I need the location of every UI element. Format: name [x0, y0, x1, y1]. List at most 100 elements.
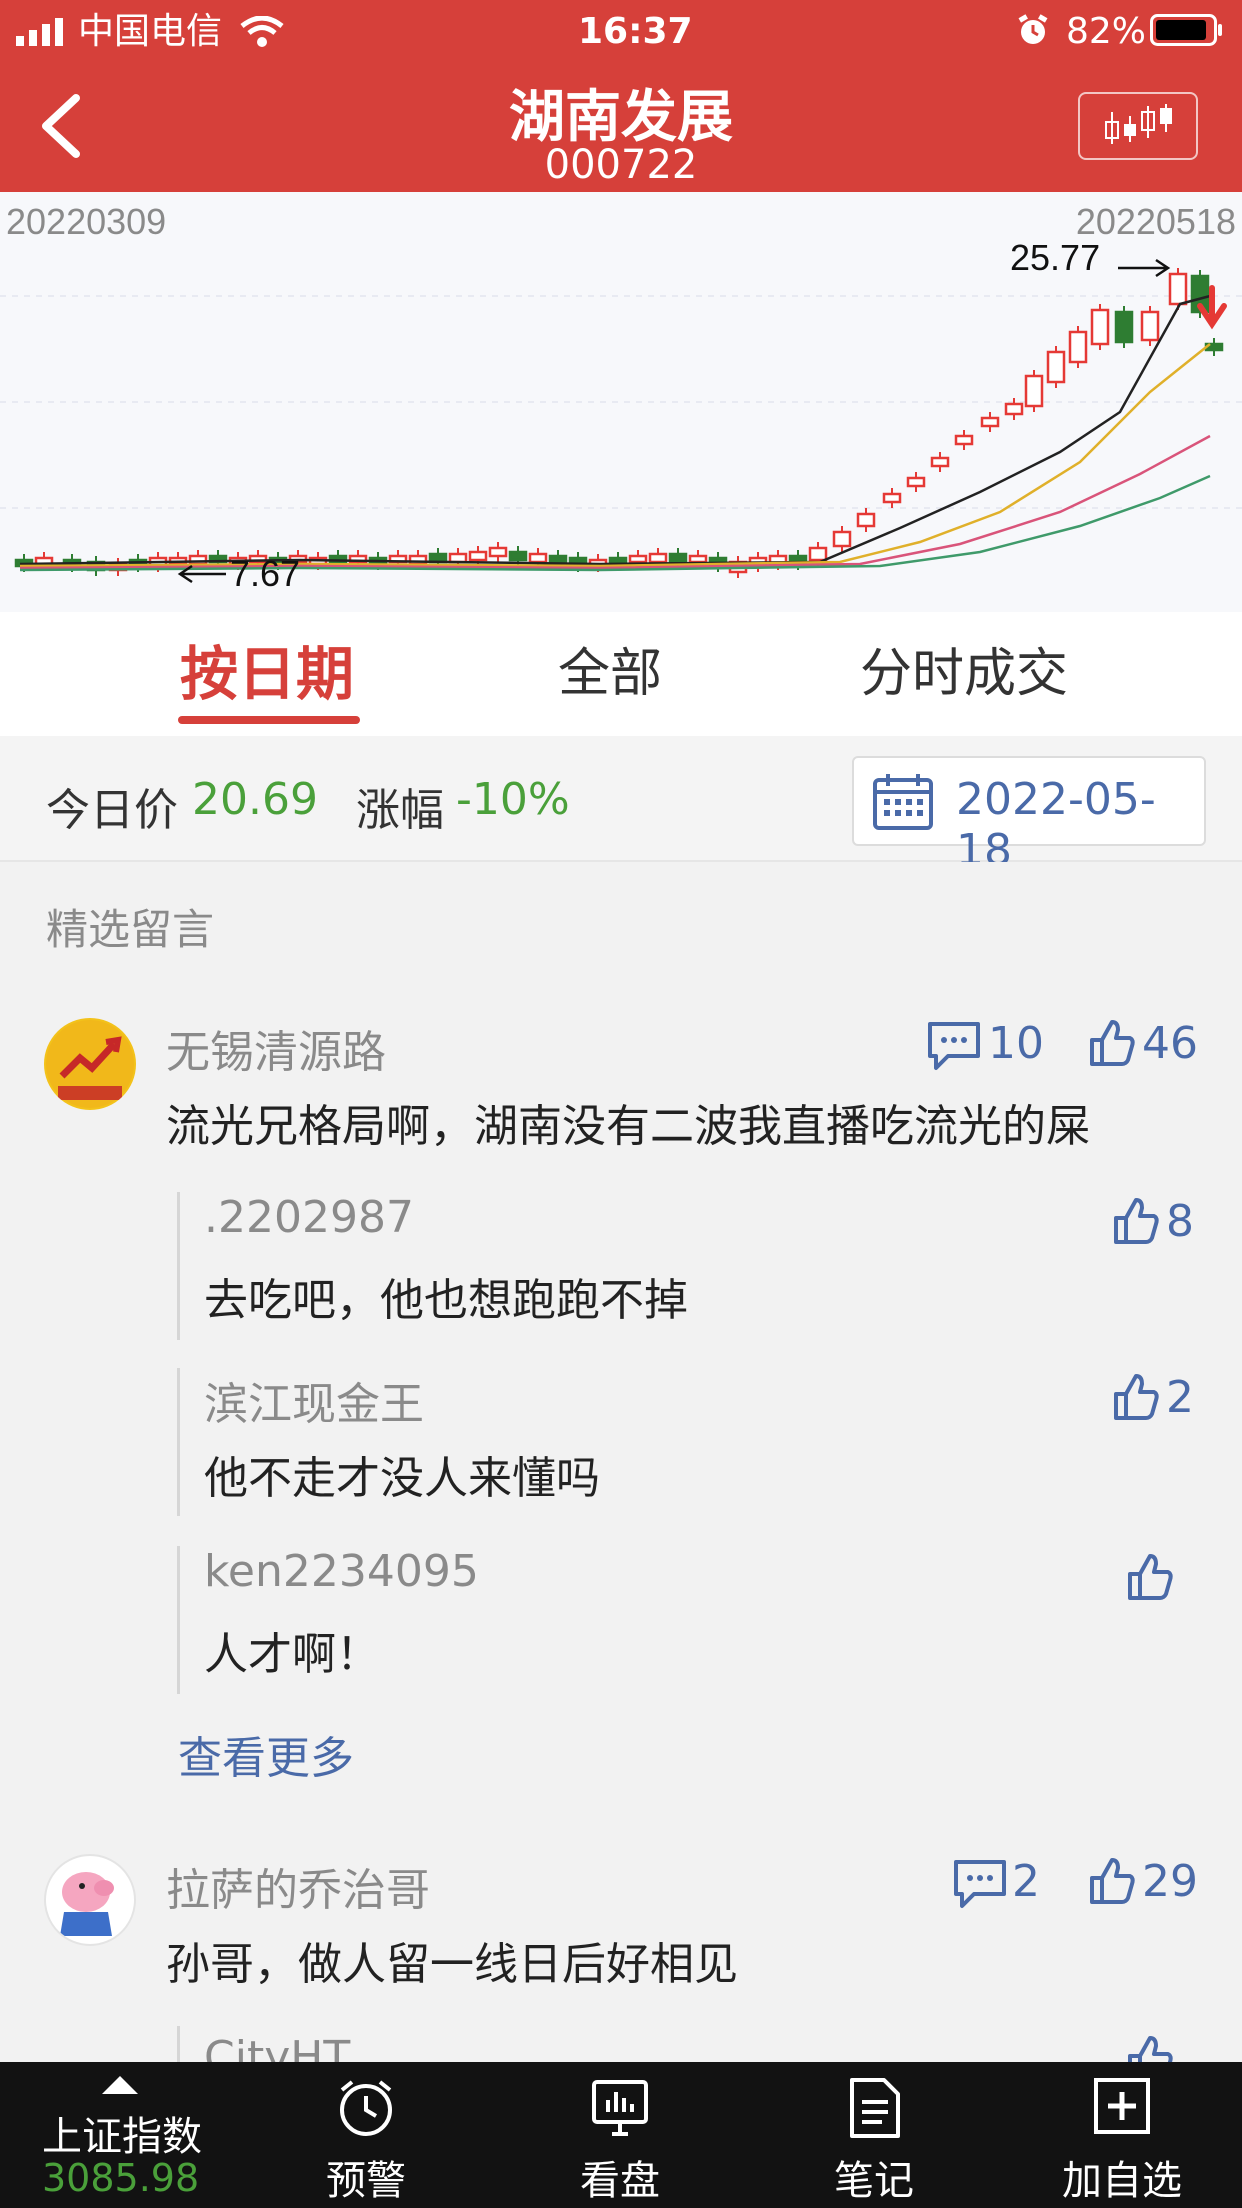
comment-username[interactable]: 无锡清源路 [166, 1016, 386, 1080]
carrier-name: 中国电信 [78, 11, 223, 52]
like-icon[interactable] [1126, 2034, 1174, 2062]
candle-body [468, 550, 488, 562]
like-icon[interactable] [1112, 1196, 1160, 1246]
chart-toggle-button[interactable] [1078, 92, 1198, 160]
reply-text: 他不走才没人来懂吗 [204, 1453, 600, 1504]
alarm-icon [1018, 14, 1048, 44]
candle-body [1004, 402, 1024, 416]
avatar-chart-icon [46, 1020, 134, 1108]
kline-svg: 20220309 20220518 25.77 7.67 [0, 201, 1242, 594]
like-icon[interactable] [1126, 1552, 1174, 1602]
avatar-pig-icon [60, 1872, 114, 1936]
reply-text: 人才啊！ [204, 1629, 380, 1680]
nav-notes[interactable]: 笔记 [774, 2062, 974, 2208]
reply-username[interactable]: ken2234095 [204, 1546, 479, 1597]
candle-body [882, 492, 902, 504]
like-count[interactable]: 29 [1142, 1856, 1198, 1907]
change-label: 涨幅 [356, 785, 444, 836]
price-info-bar: 今日价 20.69 涨幅 -10% 2022-05-18 [0, 736, 1242, 876]
candle-body [808, 546, 828, 562]
stock-name: 湖南发展 [509, 85, 733, 150]
reply-count[interactable]: 10 [988, 1018, 1044, 1069]
candle-body [488, 546, 508, 558]
candle-body [1024, 374, 1044, 408]
view-more-link[interactable]: 查看更多 [178, 1722, 354, 1786]
stock-code: 000722 [544, 142, 698, 188]
candle-body [856, 512, 876, 528]
reply-count-icon[interactable] [926, 1020, 982, 1072]
candle-body [668, 552, 688, 564]
nav-alert-label: 预警 [326, 2158, 406, 2204]
comment-tabs: 按日期 全部 分时成交 [0, 612, 1242, 736]
avatar[interactable] [44, 1854, 136, 1946]
signal-icon [16, 18, 63, 46]
comment-username[interactable]: 拉萨的乔治哥 [166, 1854, 430, 1918]
index-name: 上证指数 [42, 2114, 202, 2160]
reply-username[interactable]: CityHT [204, 2032, 350, 2062]
candle-body [930, 456, 950, 468]
ma-line-5 [19, 294, 1211, 566]
candle-body [954, 434, 974, 446]
candle-body [528, 552, 548, 564]
wifi-icon [240, 16, 284, 47]
reply-divider [177, 1192, 180, 1340]
index-value: 3085.98 [42, 2156, 200, 2200]
reply-text: 去吃吧，他也想跑跑不掉 [204, 1275, 688, 1326]
like-count[interactable]: 46 [1142, 1018, 1198, 1069]
app-header: 中国电信 16:37 82% 湖南发展 000722 [0, 0, 1242, 192]
candle-body [688, 554, 708, 564]
like-icon[interactable] [1112, 1372, 1160, 1422]
reply-username[interactable]: .2202987 [204, 1192, 414, 1243]
nav-add-watchlist-label: 加自选 [1062, 2158, 1182, 2204]
nav-market[interactable]: 看盘 [520, 2062, 720, 2208]
reply-divider [177, 1546, 180, 1694]
comment-feed: 精选留言 无锡清源路 10 46 流光兄格局啊，湖南没有二波我直播吃流光的屎 .… [0, 862, 1242, 2062]
change-value: -10% [456, 774, 570, 825]
chart-low-label: 7.67 [230, 553, 300, 594]
caret-up-icon [102, 2076, 138, 2094]
candle-body [832, 530, 852, 548]
candle-body [980, 416, 1000, 428]
today-price-value: 20.69 [192, 774, 318, 825]
clock-time: 16:37 [578, 11, 693, 52]
avatar[interactable] [44, 1018, 136, 1110]
candle-body [906, 476, 926, 488]
note-icon [850, 2078, 900, 2138]
battery-percent: 82% [1066, 11, 1147, 52]
reply-like-count[interactable]: 2 [1166, 1372, 1194, 1423]
like-icon[interactable] [1088, 1856, 1136, 1906]
selected-date: 2022-05-18 [956, 774, 1156, 876]
tab-intraday-trades[interactable]: 分时成交 [860, 642, 1068, 706]
reply-count[interactable]: 2 [1012, 1856, 1040, 1907]
reply-like-count[interactable]: 8 [1166, 1196, 1194, 1247]
candle-body [1046, 350, 1066, 384]
reply-count-icon[interactable] [952, 1858, 1008, 1910]
chart-start-date: 20220309 [6, 201, 166, 242]
battery-icon [1150, 14, 1222, 46]
date-picker[interactable]: 2022-05-18 [852, 756, 1206, 876]
kline-chart[interactable]: 20220309 20220518 25.77 7.67 [0, 192, 1242, 612]
reply-username[interactable]: 滨江现金王 [204, 1368, 424, 1432]
index-ticker[interactable]: 上证指数 3085.98 [0, 2062, 240, 2208]
candlestick-icon [1105, 104, 1172, 144]
bottom-nav: 上证指数 3085.98 预警 看盘 笔记 加自选 [0, 2062, 1242, 2208]
high-arrow [1118, 258, 1171, 278]
candle-body [1168, 272, 1188, 306]
reply-divider [177, 2026, 180, 2062]
comment-text: 流光兄格局啊，湖南没有二波我直播吃流光的屎 [166, 1101, 1090, 1152]
nav-add-watchlist[interactable]: 加自选 [1022, 2062, 1222, 2208]
reply-divider [177, 1368, 180, 1516]
tab-by-date[interactable]: 按日期 [180, 642, 354, 706]
candle-body [628, 554, 648, 564]
today-price-label: 今日价 [46, 785, 178, 836]
tab-all[interactable]: 全部 [558, 642, 662, 706]
comment-text: 孙哥，做人留一线日后好相见 [166, 1939, 738, 1990]
like-icon[interactable] [1088, 1018, 1136, 1068]
alarm-clock-icon [340, 2080, 392, 2136]
candle-body [508, 550, 528, 562]
calendar-icon [873, 774, 933, 830]
candle-body [188, 554, 208, 566]
nav-alert[interactable]: 预警 [266, 2062, 466, 2208]
candle-body [648, 552, 668, 564]
ma-line-20 [19, 434, 1211, 570]
